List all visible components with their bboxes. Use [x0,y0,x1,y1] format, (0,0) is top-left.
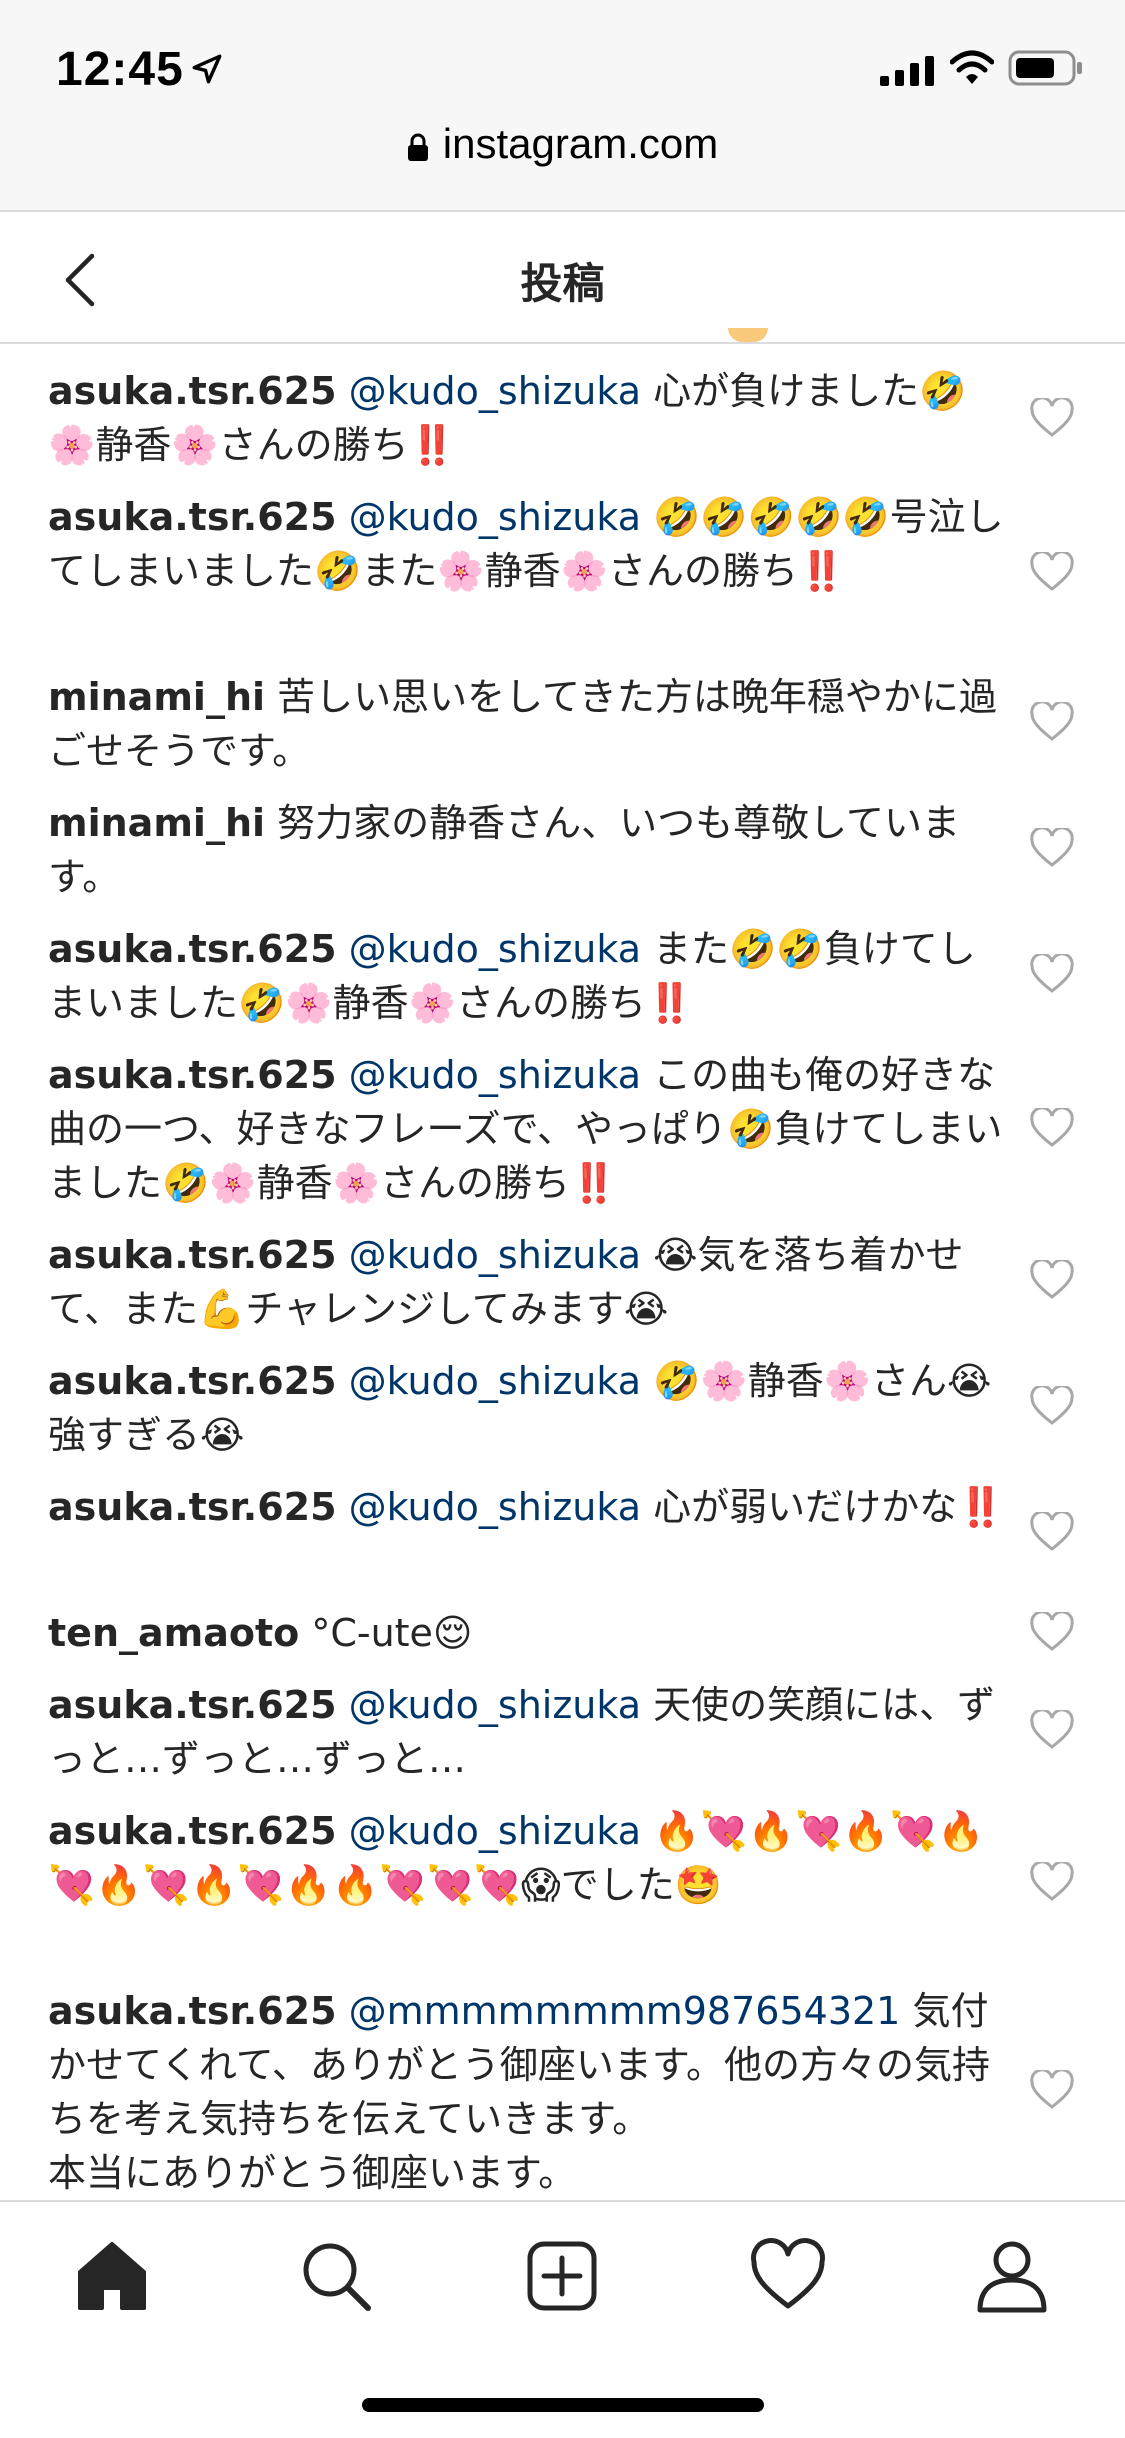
status-time: 12:45 [56,43,184,96]
comment-like-heart-icon[interactable] [1030,1260,1074,1300]
home-icon[interactable] [74,2238,150,2314]
comment-item: asuka.tsr.625 @kudo_shizuka 🔥💘🔥💘🔥💘🔥💘🔥💘🔥💘… [48,1804,1008,1912]
comment-mention[interactable]: @kudo_shizuka [349,1809,641,1853]
location-arrow-icon [192,54,222,84]
comment-mention[interactable]: @kudo_shizuka [349,1233,641,1277]
comment-body: °C-ute😌 [299,1611,473,1655]
comment-mention[interactable]: @kudo_shizuka [349,369,641,413]
search-icon[interactable] [298,2238,374,2314]
comment-body: 心が弱いだけかな‼️ [641,1485,1005,1529]
comment-list[interactable]: asuka.tsr.625 @kudo_shizuka 心が負けました🤣🌸静香🌸… [0,344,1125,2200]
comment-item: minami_hi 努力家の静香さん、いつも尊敬しています。 [48,796,1008,904]
comment-item: asuka.tsr.625 @kudo_shizuka 😭気を落ち着かせて、また… [48,1228,1008,1336]
comment-text: asuka.tsr.625 @kudo_shizuka 天使の笑顔には、ずっと…… [48,1678,1008,1786]
comment-like-heart-icon[interactable] [1030,954,1074,994]
lock-icon [407,133,428,161]
comment-item: asuka.tsr.625 @kudo_shizuka 心が負けました🤣🌸静香🌸… [48,364,1008,472]
comment-item: ten_amaoto °C-ute😌 [48,1606,1008,1660]
comment-username[interactable]: minami_hi [48,675,265,719]
comment-like-heart-icon[interactable] [1030,2070,1074,2110]
post-header: 投稿 [0,212,1125,344]
new-post-icon[interactable] [524,2238,600,2314]
comment-text: asuka.tsr.625 @kudo_shizuka 心が弱いだけかな‼️ [48,1480,1008,1534]
comment-username[interactable]: minami_hi [48,801,265,845]
wifi-icon [950,50,994,84]
url-bar[interactable]: instagram.com [0,110,1125,212]
comment-username[interactable]: asuka.tsr.625 [48,927,337,971]
comment-like-heart-icon[interactable] [1030,1108,1074,1148]
comment-text: asuka.tsr.625 @kudo_shizuka 🤣🤣🤣🤣🤣号泣してしまい… [48,490,1008,598]
comment-username[interactable]: asuka.tsr.625 [48,1053,337,1097]
comment-mention[interactable]: @kudo_shizuka [349,1053,641,1097]
comment-item: asuka.tsr.625 @kudo_shizuka この曲も俺の好きな曲の一… [48,1048,1008,1210]
comment-username[interactable]: asuka.tsr.625 [48,1485,337,1529]
comment-text: asuka.tsr.625 @kudo_shizuka 😭気を落ち着かせて、また… [48,1228,1008,1336]
comment-like-heart-icon[interactable] [1030,552,1074,592]
comment-text: asuka.tsr.625 @kudo_shizuka また🤣🤣負けてしまいまし… [48,922,1008,1030]
url-display[interactable]: instagram.com [0,120,1125,168]
comment-text: asuka.tsr.625 @mmmmmmmm987654321 気付かせてくれ… [48,1984,1008,2200]
comment-item: asuka.tsr.625 @kudo_shizuka また🤣🤣負けてしまいまし… [48,922,1008,1030]
comment-text: minami_hi 苦しい思いをしてきた方は晩年穏やかに過ごせそうです。 [48,670,1008,778]
comment-like-heart-icon[interactable] [1030,1710,1074,1750]
comment-like-heart-icon[interactable] [1030,1862,1074,1902]
comment-item: asuka.tsr.625 @kudo_shizuka 🤣🤣🤣🤣🤣号泣してしまい… [48,490,1008,598]
comment-text: minami_hi 努力家の静香さん、いつも尊敬しています。 [48,796,1008,904]
comment-like-heart-icon[interactable] [1030,702,1074,742]
comment-like-heart-icon[interactable] [1030,398,1074,438]
url-text: instagram.com [442,120,719,167]
home-indicator[interactable] [362,2398,764,2412]
comment-item: asuka.tsr.625 @kudo_shizuka 🤣🌸静香🌸さん😭強すぎる… [48,1354,1008,1462]
comment-username[interactable]: asuka.tsr.625 [48,1359,337,1403]
comment-mention[interactable]: @kudo_shizuka [349,927,641,971]
profile-icon[interactable] [974,2238,1050,2314]
comment-like-heart-icon[interactable] [1030,1512,1074,1552]
comment-like-heart-icon[interactable] [1030,1386,1074,1426]
page-title: 投稿 [520,259,605,308]
comment-text: asuka.tsr.625 @kudo_shizuka 🔥💘🔥💘🔥💘🔥💘🔥💘🔥💘… [48,1804,1008,1912]
comment-username[interactable]: asuka.tsr.625 [48,495,337,539]
comment-item: minami_hi 苦しい思いをしてきた方は晩年穏やかに過ごせそうです。 [48,670,1008,778]
comment-username[interactable]: asuka.tsr.625 [48,1233,337,1277]
comment-username[interactable]: asuka.tsr.625 [48,369,337,413]
comment-item: asuka.tsr.625 @mmmmmmmm987654321 気付かせてくれ… [48,1984,1008,2200]
comment-text: ten_amaoto °C-ute😌 [48,1606,1008,1660]
comment-mention[interactable]: @kudo_shizuka [349,1485,641,1529]
comment-username[interactable]: asuka.tsr.625 [48,1989,337,2033]
comment-text: asuka.tsr.625 @kudo_shizuka この曲も俺の好きな曲の一… [48,1048,1008,1210]
comment-mention[interactable]: @mmmmmmmm987654321 [349,1989,901,2033]
comment-text: asuka.tsr.625 @kudo_shizuka 🤣🌸静香🌸さん😭強すぎる… [48,1354,1008,1462]
comment-mention[interactable]: @kudo_shizuka [349,1359,641,1403]
comment-username[interactable]: ten_amaoto [48,1611,299,1655]
cellular-signal-icon [880,56,934,86]
comment-mention[interactable]: @kudo_shizuka [349,1683,641,1727]
comment-username[interactable]: asuka.tsr.625 [48,1683,337,1727]
comment-item: asuka.tsr.625 @kudo_shizuka 天使の笑顔には、ずっと…… [48,1678,1008,1786]
comment-like-heart-icon[interactable] [1030,1612,1074,1652]
comment-text: asuka.tsr.625 @kudo_shizuka 心が負けました🤣🌸静香🌸… [48,364,1008,472]
comment-like-heart-icon[interactable] [1030,828,1074,868]
comment-username[interactable]: asuka.tsr.625 [48,1809,337,1853]
battery-icon [1008,50,1082,86]
comment-item: asuka.tsr.625 @kudo_shizuka 心が弱いだけかな‼️ [48,1480,1008,1534]
comment-mention[interactable]: @kudo_shizuka [349,495,641,539]
activity-heart-icon[interactable] [750,2238,826,2314]
